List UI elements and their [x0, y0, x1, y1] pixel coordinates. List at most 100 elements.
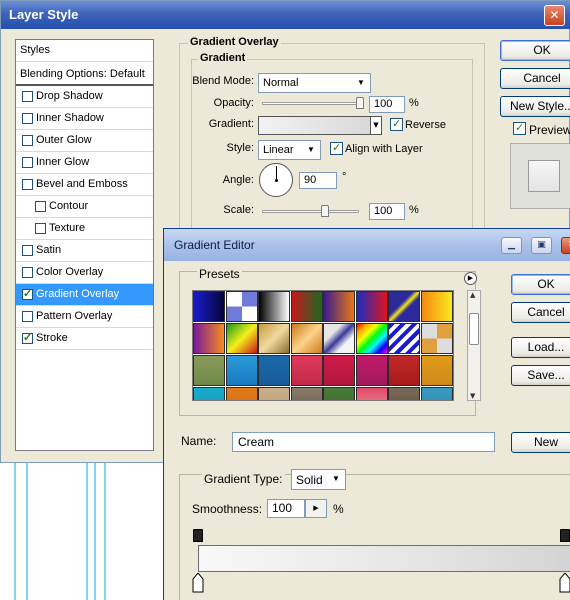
preview-checkbox[interactable] — [513, 121, 526, 135]
style-item-checkbox[interactable] — [22, 311, 33, 322]
preset-swatch[interactable] — [323, 355, 355, 386]
preset-swatch[interactable] — [225, 387, 258, 400]
style-item[interactable]: Drop Shadow — [16, 86, 153, 108]
gradient-cancel-button[interactable]: Cancel — [511, 302, 570, 323]
style-item[interactable]: Satin — [16, 240, 153, 262]
preset-swatch[interactable] — [388, 355, 420, 386]
preset-swatch[interactable] — [193, 323, 225, 354]
name-label: Name: — [181, 434, 217, 448]
preset-swatch[interactable] — [290, 355, 323, 386]
scale-slider-thumb[interactable] — [320, 205, 329, 217]
preset-swatch[interactable] — [323, 323, 355, 354]
preset-swatch[interactable] — [355, 387, 388, 400]
opacity-input[interactable]: 100 — [369, 96, 405, 113]
preset-swatch[interactable] — [388, 323, 420, 354]
scale-input[interactable]: 100 — [369, 203, 405, 220]
gradient-picker-button[interactable]: ▼ — [370, 116, 382, 135]
color-stop[interactable] — [192, 573, 204, 593]
styles-header[interactable]: Styles — [16, 40, 153, 62]
preset-swatch[interactable] — [355, 291, 388, 322]
preset-swatch[interactable] — [420, 355, 453, 386]
preset-swatch[interactable] — [420, 291, 453, 322]
preset-swatch[interactable] — [388, 291, 420, 322]
preset-swatch[interactable] — [258, 323, 290, 354]
style-item[interactable]: Bevel and Emboss — [16, 174, 153, 196]
scale-slider[interactable] — [262, 210, 359, 213]
smoothness-input[interactable]: 100 — [267, 499, 305, 518]
style-item-checkbox[interactable] — [22, 287, 33, 300]
gradient-preview-bar[interactable] — [198, 545, 570, 572]
style-item[interactable]: Inner Glow — [16, 152, 153, 174]
opacity-stop[interactable] — [193, 529, 203, 542]
preset-swatch[interactable] — [323, 291, 355, 322]
style-item[interactable]: Contour — [16, 196, 153, 218]
blend-mode-select[interactable]: Normal ▼ — [258, 73, 371, 93]
layer-style-titlebar[interactable]: Layer Style ✕ — [1, 1, 570, 29]
angle-dial[interactable] — [259, 163, 293, 197]
style-item-checkbox[interactable] — [22, 91, 33, 102]
style-item[interactable]: Stroke — [16, 328, 153, 350]
style-select[interactable]: Linear ▼ — [258, 140, 321, 160]
preset-swatch[interactable] — [193, 387, 225, 400]
cancel-button[interactable]: Cancel — [500, 68, 570, 89]
gradient-editor-titlebar[interactable]: Gradient Editor ▁ ▣ ✕ — [164, 229, 570, 261]
presets-scrollbar[interactable]: ▲ ▼ — [467, 290, 481, 401]
style-item-checkbox[interactable] — [22, 157, 33, 168]
align-with-layer-checkbox[interactable] — [330, 141, 343, 155]
preset-swatch[interactable] — [258, 291, 290, 322]
reverse-checkbox[interactable] — [390, 117, 403, 131]
preset-swatch[interactable] — [323, 387, 355, 400]
angle-input[interactable]: 90 — [299, 172, 337, 189]
style-item-checkbox[interactable] — [22, 267, 33, 278]
style-item-checkbox[interactable] — [22, 331, 33, 344]
preset-swatch[interactable] — [290, 291, 323, 322]
blending-options-item[interactable]: Blending Options: Default — [16, 62, 153, 86]
style-item[interactable]: Color Overlay — [16, 262, 153, 284]
color-stop[interactable] — [559, 573, 570, 593]
minimize-button[interactable]: ▁ — [501, 237, 522, 254]
preset-swatch[interactable] — [388, 387, 420, 400]
preset-swatch[interactable] — [225, 323, 258, 354]
style-item-checkbox[interactable] — [35, 223, 46, 234]
presets-scroll-thumb[interactable] — [469, 313, 479, 345]
preset-swatch[interactable] — [290, 323, 323, 354]
new-style-button[interactable]: New Style... — [500, 96, 570, 117]
style-item[interactable]: Pattern Overlay — [16, 306, 153, 328]
preset-swatch[interactable] — [193, 291, 225, 322]
close-button[interactable]: ✕ — [561, 237, 570, 254]
ok-button[interactable]: OK — [500, 40, 570, 61]
preset-swatch[interactable] — [258, 355, 290, 386]
preset-swatch[interactable] — [420, 387, 453, 400]
presets-menu-button[interactable]: ▶ — [464, 272, 477, 285]
style-item-checkbox[interactable] — [22, 135, 33, 146]
opacity-slider[interactable] — [262, 102, 364, 105]
gradient-ok-button[interactable]: OK — [511, 274, 570, 295]
style-item[interactable]: Gradient Overlay — [16, 284, 153, 306]
style-item[interactable]: Inner Shadow — [16, 108, 153, 130]
gradient-swatch[interactable] — [258, 116, 371, 135]
preset-swatch[interactable] — [420, 323, 453, 354]
gradient-type-select[interactable]: Solid ▼ — [291, 469, 346, 490]
preset-swatch[interactable] — [225, 291, 258, 322]
smoothness-stepper[interactable]: ▶ — [305, 499, 327, 518]
save-button[interactable]: Save... — [511, 365, 570, 386]
style-item[interactable]: Texture — [16, 218, 153, 240]
style-item[interactable]: Outer Glow — [16, 130, 153, 152]
style-item-checkbox[interactable] — [22, 179, 33, 190]
load-button[interactable]: Load... — [511, 337, 570, 358]
style-item-checkbox[interactable] — [22, 113, 33, 124]
style-item-checkbox[interactable] — [35, 201, 46, 212]
new-gradient-button[interactable]: New — [511, 432, 570, 453]
preset-swatch[interactable] — [193, 355, 225, 386]
gradient-name-input[interactable]: Cream — [232, 432, 495, 452]
preset-swatch[interactable] — [355, 355, 388, 386]
maximize-button[interactable]: ▣ — [531, 237, 552, 254]
opacity-stop[interactable] — [560, 529, 570, 542]
style-item-checkbox[interactable] — [22, 245, 33, 256]
preset-swatch[interactable] — [355, 323, 388, 354]
preset-swatch[interactable] — [225, 355, 258, 386]
preset-swatch[interactable] — [258, 387, 290, 400]
opacity-slider-thumb[interactable] — [356, 97, 364, 109]
preset-swatch[interactable] — [290, 387, 323, 400]
close-button[interactable]: ✕ — [544, 5, 565, 26]
